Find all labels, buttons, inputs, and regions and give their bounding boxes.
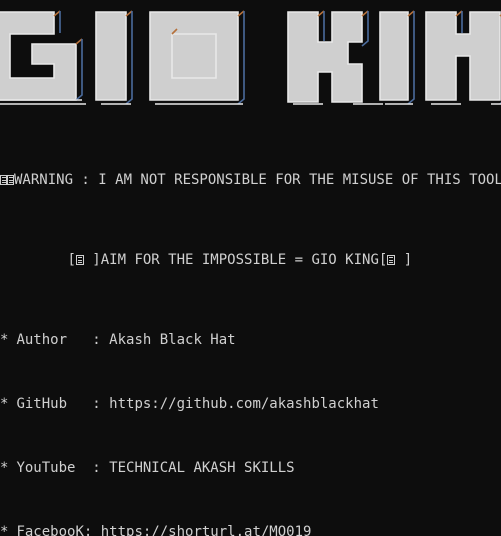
banner-letter-N [425, 10, 501, 105]
ascii-banner [0, 0, 501, 108]
info-label: GitHub [16, 396, 93, 412]
info-label: YouTube [16, 460, 93, 476]
asterisk-bullet-icon: * [0, 460, 9, 476]
tofu-glyph-icon [75, 255, 84, 265]
info-row-facebook: * FacebooK: https://shorturl.at/MO019 [0, 524, 501, 536]
tagline-text: ]AIM FOR THE IMPOSSIBLE = GIO KING[ [83, 252, 388, 268]
banner-letter-O [149, 10, 245, 105]
terminal-window[interactable]: WARNING : I AM NOT RESPONSIBLE FOR THE M… [0, 0, 501, 536]
banner-letter-I2 [379, 10, 415, 105]
tagline-close-bracket: ] [395, 252, 413, 268]
asterisk-bullet-icon: * [0, 524, 9, 536]
tagline-open-bracket: [ [67, 252, 76, 268]
info-separator: : [92, 396, 110, 412]
info-value: Akash Black Hat [109, 332, 236, 348]
info-separator: : [92, 460, 110, 476]
warning-text: WARNING : I AM NOT RESPONSIBLE FOR THE M… [14, 172, 501, 188]
tofu-glyph-icon [0, 175, 7, 185]
info-row-author: * Author : Akash Black Hat [0, 332, 501, 348]
info-label: FacebooK [16, 524, 84, 536]
tagline-line: [ ]AIM FOR THE IMPOSSIBLE = GIO KING[ ] [0, 252, 501, 268]
info-row-github: * GitHub : https://github.com/akashblack… [0, 396, 501, 412]
banner-letter-I [95, 10, 133, 105]
tofu-glyph-icon [7, 175, 14, 185]
tofu-glyph-icon [387, 255, 396, 265]
info-separator: : [92, 332, 110, 348]
info-row-youtube: * YouTube : TECHNICAL AKASH SKILLS [0, 460, 501, 476]
info-label: Author [16, 332, 93, 348]
info-value-github-url[interactable]: https://github.com/akashblackhat [109, 396, 379, 412]
asterisk-bullet-icon: * [0, 396, 9, 412]
asterisk-bullet-icon: * [0, 332, 9, 348]
info-value: TECHNICAL AKASH SKILLS [109, 460, 295, 476]
info-value-facebook-url[interactable]: https://shorturl.at/MO019 [101, 524, 312, 536]
banner-letter-G [0, 10, 86, 105]
console-output: WARNING : I AM NOT RESPONSIBLE FOR THE M… [0, 108, 501, 536]
warning-line: WARNING : I AM NOT RESPONSIBLE FOR THE M… [0, 172, 501, 188]
banner-letter-K [287, 10, 383, 105]
info-separator: : [83, 524, 101, 536]
